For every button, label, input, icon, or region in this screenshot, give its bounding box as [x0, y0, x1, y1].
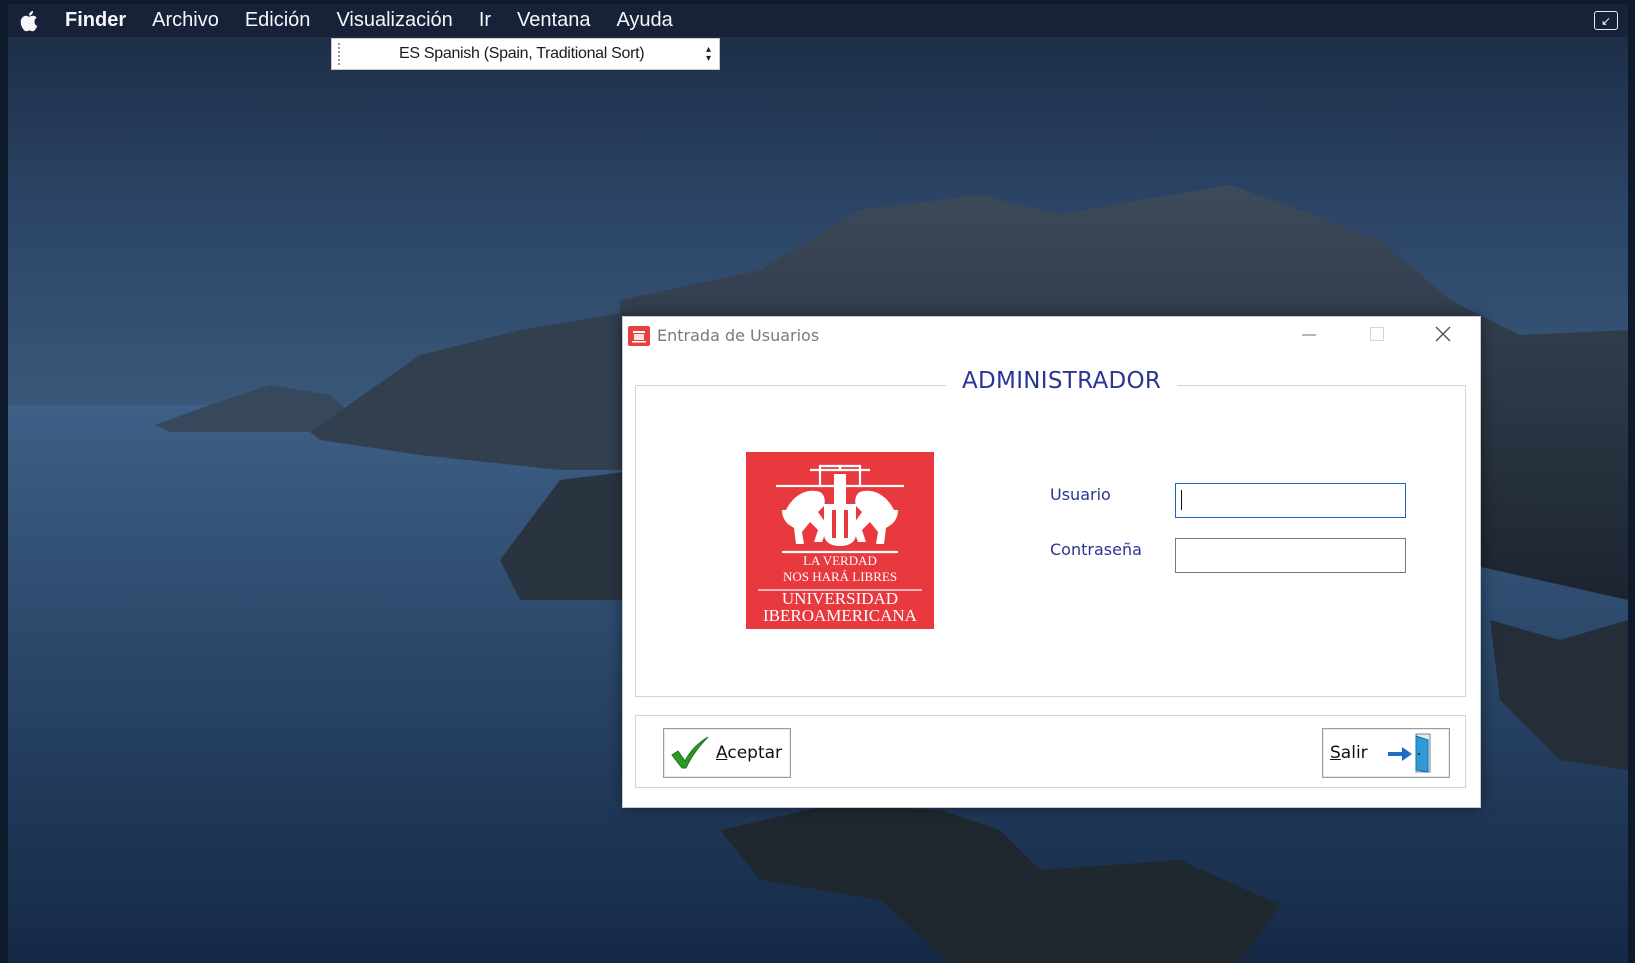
usuario-label: Usuario — [1050, 485, 1111, 504]
text-caret — [1181, 490, 1182, 510]
menu-edicion[interactable]: Edición — [232, 9, 324, 32]
menu-ir[interactable]: Ir — [466, 9, 504, 32]
drag-grip-icon[interactable] — [338, 43, 343, 65]
usuario-input[interactable] — [1175, 483, 1406, 518]
contrasena-label: Contraseña — [1050, 540, 1142, 559]
screen-share-icon[interactable]: ↙ — [1594, 11, 1618, 30]
menu-archivo[interactable]: Archivo — [139, 9, 232, 32]
salir-label: Salir — [1330, 743, 1368, 763]
salir-button[interactable]: Salir — [1322, 728, 1450, 778]
apple-menu-icon[interactable] — [8, 9, 52, 33]
dialog-titlebar[interactable]: Entrada de Usuarios — [623, 317, 1480, 353]
menu-ayuda[interactable]: Ayuda — [603, 9, 685, 32]
checkmark-icon — [670, 735, 710, 771]
language-spinner-icon[interactable]: ▴ ▾ — [706, 45, 711, 64]
contrasena-input[interactable] — [1175, 538, 1406, 573]
button-panel: Aceptar Salir — [635, 715, 1466, 788]
menu-ventana[interactable]: Ventana — [504, 9, 603, 32]
minimize-button[interactable] — [1286, 317, 1332, 351]
group-title: ADMINISTRADOR — [946, 368, 1178, 394]
exit-door-icon — [1386, 732, 1434, 774]
menu-bar: Finder Archivo Edición Visualización Ir … — [8, 4, 1628, 37]
menu-finder[interactable]: Finder — [52, 9, 139, 32]
logo-motto-line1: LA VERDAD — [803, 553, 877, 568]
administrator-group: ADMINISTRADOR LA VERDAD NOS HARÁ LIBRES … — [635, 368, 1466, 697]
aceptar-button[interactable]: Aceptar — [663, 728, 791, 778]
close-button[interactable] — [1420, 317, 1466, 351]
menu-visualizacion[interactable]: Visualización — [323, 9, 465, 32]
language-bar[interactable]: ES Spanish (Spain, Traditional Sort) ▴ ▾ — [331, 38, 720, 70]
language-label: ES Spanish (Spain, Traditional Sort) — [399, 45, 645, 62]
logo-motto-line2: NOS HARÁ LIBRES — [783, 569, 897, 584]
app-icon — [628, 326, 650, 346]
logo-name-line2: IBEROAMERICANA — [763, 606, 918, 625]
university-logo: LA VERDAD NOS HARÁ LIBRES UNIVERSIDAD IB… — [746, 452, 934, 629]
dialog-title: Entrada de Usuarios — [657, 326, 820, 345]
maximize-button — [1354, 317, 1400, 351]
login-dialog: Entrada de Usuarios ADMINISTRADOR LA VER… — [622, 316, 1481, 808]
aceptar-label: Aceptar — [716, 743, 783, 763]
